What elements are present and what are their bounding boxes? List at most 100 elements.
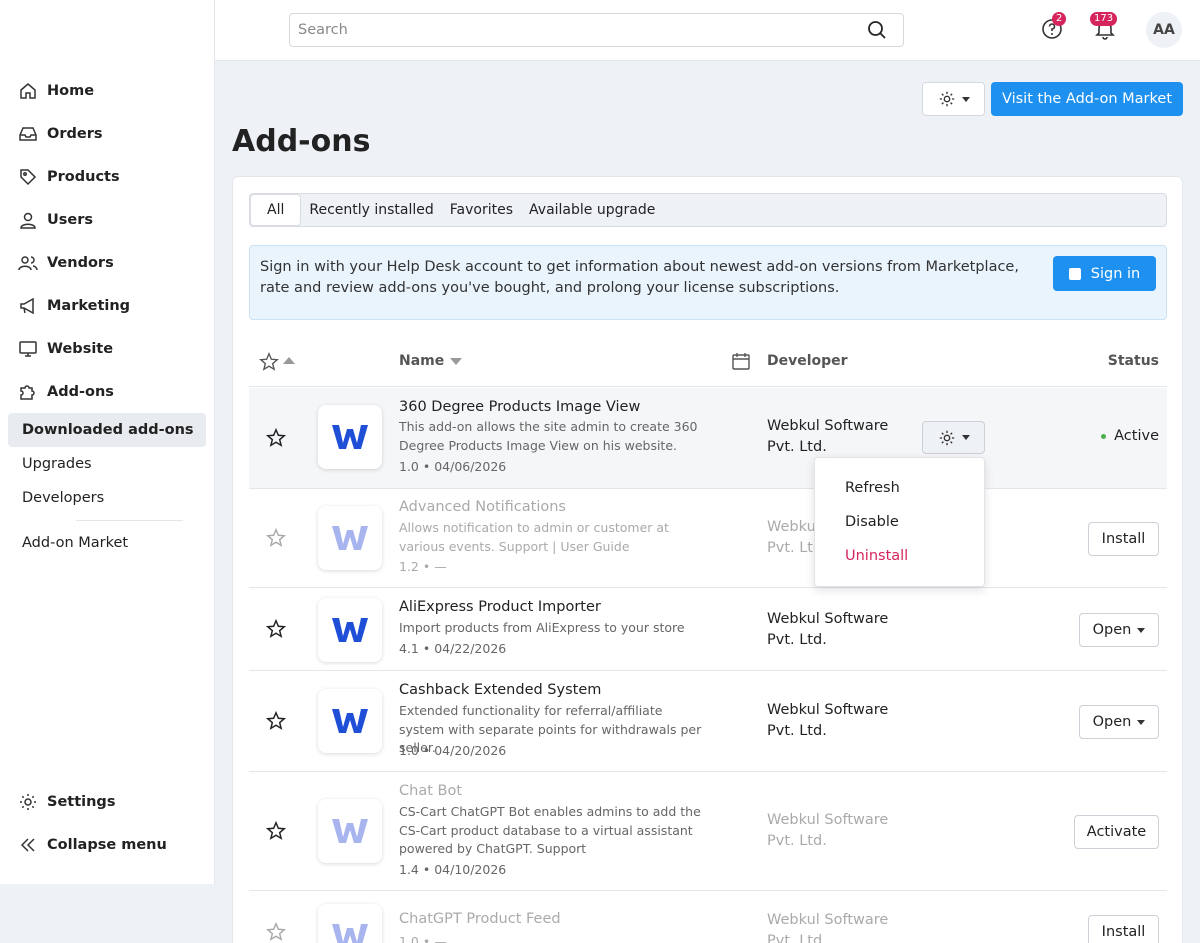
addon-logo [318,506,382,570]
tab-recently-installed[interactable]: Recently installed [301,194,441,226]
sidebar-item-label: Add-ons [47,383,114,400]
addon-logo [318,799,382,863]
sidebar-subitem-downloaded-addons[interactable]: Downloaded add-ons [8,413,206,447]
install-button[interactable]: Install [1088,915,1159,943]
developer-line-1: Webkul Software [767,702,889,718]
addon-developer: Webkul Software Pvt. Ltd. [767,416,888,458]
table-row: Chat Bot CS-Cart ChatGPT Bot enables adm… [249,772,1167,891]
avatar[interactable]: AA [1146,12,1182,48]
sidebar-item-home[interactable]: Home [0,69,215,112]
submenu-divider [76,520,183,521]
sidebar-item-label: Users [47,211,94,228]
addon-meta: 1.4 • 04/10/2026 [399,862,507,877]
addon-meta: 1.0 • — [399,934,447,943]
disable-menu-item[interactable]: Disable [815,505,984,539]
addon-meta: 1.0 • 04/20/2026 [399,743,507,758]
addon-settings-button[interactable] [922,421,985,454]
sidebar-item-label: Vendors [47,254,114,271]
addon-developer: Webkul Software Pvt. Ltd. [767,609,888,651]
sidebar-item-label: Orders [47,125,103,142]
chevron-down-icon [1137,719,1146,725]
active-dot-icon [1101,433,1107,439]
addon-name[interactable]: Chat Bot [399,783,462,799]
developer-line-2: Pvt. Ltd. [767,933,827,943]
visit-addon-market-button[interactable]: Visit the Add-on Market [991,82,1183,116]
addon-description: Allows notification to admin or customer… [399,520,669,554]
search-input[interactable]: Search [289,13,904,47]
star-icon[interactable] [265,527,287,549]
refresh-menu-item[interactable]: Refresh [815,471,984,505]
webkul-logo-icon [332,709,368,733]
calendar-icon[interactable] [731,351,751,371]
sidebar: Home Orders Products Users Vendors Marke… [0,0,215,884]
table-row: Advanced Notifications Allows notificati… [249,489,1167,588]
star-icon[interactable] [265,710,287,732]
sidebar-subitem-developers[interactable]: Developers [8,481,206,515]
addon-description: CS-Cart ChatGPT Bot enables admins to ad… [399,804,701,856]
sign-in-button[interactable]: Sign in [1053,256,1156,291]
addon-logo [318,689,382,753]
star-sort-icon[interactable] [258,351,280,373]
developer-line-1: Webkul Software [767,611,889,627]
webkul-logo-icon [332,526,368,550]
addon-name[interactable]: AliExpress Product Importer [399,599,601,615]
inbox-icon [18,124,38,144]
users-icon [18,253,38,273]
signin-info-banner: Sign in with your Help Desk account to g… [249,245,1167,320]
home-icon [18,81,38,101]
sort-up-icon[interactable] [283,357,295,364]
column-name-header[interactable]: Name [399,353,463,369]
open-label: Open [1092,622,1132,638]
install-button[interactable]: Install [1088,522,1159,556]
info-text: Sign in with your Help Desk account to g… [260,259,1019,296]
gear-icon [939,430,954,445]
addon-name[interactable]: ChatGPT Product Feed [399,911,561,927]
sidebar-item-orders[interactable]: Orders [0,112,215,155]
table-header: Name Developer Status [249,337,1167,387]
star-icon[interactable] [265,921,287,943]
addon-name[interactable]: Cashback Extended System [399,682,601,698]
search-icon[interactable] [867,20,887,40]
open-button[interactable]: Open [1079,705,1159,739]
megaphone-icon [18,296,38,316]
addon-description: Import products from AliExpress to your … [399,620,685,635]
sidebar-item-products[interactable]: Products [0,155,215,198]
developer-line-2: Pvt. Ltd. [767,833,827,849]
collapse-menu-button[interactable]: Collapse menu [0,823,215,866]
sidebar-item-label: Marketing [47,297,131,314]
open-button[interactable]: Open [1079,613,1159,647]
search-placeholder: Search [298,22,348,38]
notifications-badge: 173 [1090,12,1118,26]
status-badge: Active [1101,428,1159,444]
star-icon[interactable] [265,427,287,449]
tab-favorites[interactable]: Favorites [442,194,521,226]
webkul-logo-icon [332,924,368,943]
collapse-menu-label: Collapse menu [47,836,167,853]
addon-description: This add-on allows the site admin to cre… [399,419,698,453]
chevron-down-icon [961,435,970,440]
addon-meta: 1.2 • — [399,559,447,574]
help-badge: 2 [1052,12,1067,26]
settings-dropdown-button[interactable] [922,82,985,116]
star-icon[interactable] [265,820,287,842]
sidebar-item-users[interactable]: Users [0,198,215,241]
activate-button[interactable]: Activate [1074,815,1159,849]
tab-all[interactable]: All [250,194,302,226]
help-button[interactable]: 2 [1040,12,1067,41]
sidebar-item-marketing[interactable]: Marketing [0,284,215,327]
chevrons-left-icon [18,835,38,855]
tab-available-upgrade[interactable]: Available upgrade [521,194,663,226]
sidebar-nav: Home Orders Products Users Vendors Marke… [0,69,215,560]
addon-name[interactable]: 360 Degree Products Image View [399,399,640,415]
sidebar-item-website[interactable]: Website [0,327,215,370]
sidebar-item-addons[interactable]: Add-ons [0,370,215,413]
notifications-button[interactable]: 173 [1090,12,1118,41]
table-row: ChatGPT Product Feed 1.0 • — Webkul Soft… [249,891,1167,943]
sidebar-item-settings[interactable]: Settings [0,780,215,823]
addon-name[interactable]: Advanced Notifications [399,499,566,515]
sidebar-item-vendors[interactable]: Vendors [0,241,215,284]
sidebar-subitem-addon-market[interactable]: Add-on Market [8,526,206,560]
uninstall-menu-item[interactable]: Uninstall [815,539,984,573]
star-icon[interactable] [265,618,287,640]
sidebar-subitem-upgrades[interactable]: Upgrades [8,447,206,481]
